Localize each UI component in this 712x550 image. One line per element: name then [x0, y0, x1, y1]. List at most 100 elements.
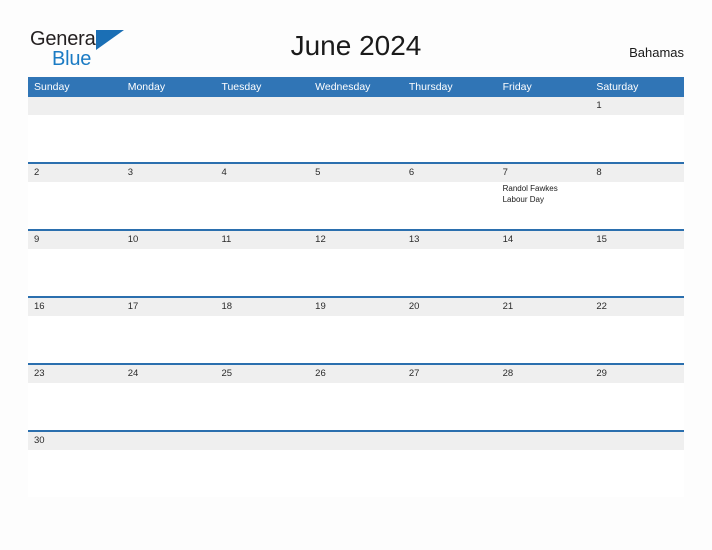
day-number-12[interactable]: 12 — [309, 231, 403, 249]
weekday-header-row: Sunday Monday Tuesday Wednesday Thursday Frid… — [28, 77, 684, 97]
day-cell-empty — [215, 450, 309, 497]
day-cell-27[interactable] — [403, 383, 497, 430]
date-number-band: 9 10 11 12 13 14 15 — [28, 231, 684, 249]
day-number-1[interactable]: 1 — [590, 97, 684, 115]
date-number-band: 30 — [28, 432, 684, 450]
day-number-25[interactable]: 25 — [215, 365, 309, 383]
day-cell-9[interactable] — [28, 249, 122, 296]
day-cell-17[interactable] — [122, 316, 216, 363]
day-number-20[interactable]: 20 — [403, 298, 497, 316]
day-number-empty — [309, 97, 403, 115]
day-number-13[interactable]: 13 — [403, 231, 497, 249]
date-number-band: 23 24 25 26 27 28 29 — [28, 365, 684, 383]
day-number-27[interactable]: 27 — [403, 365, 497, 383]
holiday-event-label: Labour Day — [502, 194, 544, 204]
day-cell-14[interactable] — [497, 249, 591, 296]
day-cell-18[interactable] — [215, 316, 309, 363]
day-cell-3[interactable] — [122, 182, 216, 229]
calendar-week-row: 16 17 18 19 20 21 22 — [28, 296, 684, 363]
day-number-11[interactable]: 11 — [215, 231, 309, 249]
day-number-10[interactable]: 10 — [122, 231, 216, 249]
calendar-weeks: 1 2 3 4 5 6 7 8 Randol Fawkes Labour Day 9 10 11 12 13… — [28, 97, 684, 497]
day-cell-1[interactable] — [590, 115, 684, 162]
day-number-7[interactable]: 7 — [497, 164, 591, 182]
day-number-8[interactable]: 8 — [590, 164, 684, 182]
event-band — [28, 115, 684, 162]
day-cell-4[interactable] — [215, 182, 309, 229]
day-number-26[interactable]: 26 — [309, 365, 403, 383]
day-number-17[interactable]: 17 — [122, 298, 216, 316]
calendar-week-row: 30 — [28, 430, 684, 497]
day-cell-2[interactable] — [28, 182, 122, 229]
day-number-22[interactable]: 22 — [590, 298, 684, 316]
day-cell-24[interactable] — [122, 383, 216, 430]
calendar-week-row: 23 24 25 26 27 28 29 — [28, 363, 684, 430]
day-cell-28[interactable] — [497, 383, 591, 430]
date-number-band: 1 — [28, 97, 684, 115]
day-cell-empty — [122, 115, 216, 162]
event-band — [28, 450, 684, 497]
day-cell-6[interactable] — [403, 182, 497, 229]
day-number-6[interactable]: 6 — [403, 164, 497, 182]
day-cell-empty — [590, 450, 684, 497]
day-cell-21[interactable] — [497, 316, 591, 363]
event-band — [28, 383, 684, 430]
day-cell-empty — [497, 450, 591, 497]
day-number-empty — [122, 432, 216, 450]
day-number-18[interactable]: 18 — [215, 298, 309, 316]
weekday-header-monday: Monday — [127, 81, 166, 93]
day-number-28[interactable]: 28 — [497, 365, 591, 383]
page-header: General Blue June 2024 Bahamas — [0, 0, 712, 76]
day-number-4[interactable]: 4 — [215, 164, 309, 182]
event-band — [28, 249, 684, 296]
day-cell-empty — [28, 115, 122, 162]
day-number-3[interactable]: 3 — [122, 164, 216, 182]
weekday-header-tuesday: Tuesday — [221, 81, 262, 93]
day-number-16[interactable]: 16 — [28, 298, 122, 316]
day-number-30[interactable]: 30 — [28, 432, 122, 450]
day-cell-empty — [309, 115, 403, 162]
day-number-23[interactable]: 23 — [28, 365, 122, 383]
day-cell-19[interactable] — [309, 316, 403, 363]
calendar-week-row: 9 10 11 12 13 14 15 — [28, 229, 684, 296]
day-number-empty — [28, 97, 122, 115]
day-cell-16[interactable] — [28, 316, 122, 363]
day-number-empty — [215, 97, 309, 115]
day-number-15[interactable]: 15 — [590, 231, 684, 249]
day-cell-10[interactable] — [122, 249, 216, 296]
day-cell-11[interactable] — [215, 249, 309, 296]
day-number-19[interactable]: 19 — [309, 298, 403, 316]
day-cell-13[interactable] — [403, 249, 497, 296]
day-cell-5[interactable] — [309, 182, 403, 229]
weekday-header-wednesday: Wednesday — [315, 81, 371, 93]
country-label: Bahamas — [629, 45, 684, 60]
day-number-14[interactable]: 14 — [497, 231, 591, 249]
day-cell-23[interactable] — [28, 383, 122, 430]
day-cell-empty — [403, 115, 497, 162]
day-number-24[interactable]: 24 — [122, 365, 216, 383]
day-cell-7[interactable]: Randol Fawkes Labour Day — [497, 182, 591, 229]
calendar-grid: Sunday Monday Tuesday Wednesday Thursday Frid… — [28, 77, 684, 497]
day-number-empty — [122, 97, 216, 115]
weekday-header-saturday: Saturday — [596, 81, 639, 93]
day-cell-26[interactable] — [309, 383, 403, 430]
holiday-event-label: Randol Fawkes — [502, 184, 558, 193]
day-number-5[interactable]: 5 — [309, 164, 403, 182]
day-cell-8[interactable] — [590, 182, 684, 229]
day-number-2[interactable]: 2 — [28, 164, 122, 182]
day-cell-22[interactable] — [590, 316, 684, 363]
day-cell-empty — [215, 115, 309, 162]
day-number-21[interactable]: 21 — [497, 298, 591, 316]
day-cell-30[interactable] — [28, 450, 122, 497]
day-cell-empty — [497, 115, 591, 162]
day-number-9[interactable]: 9 — [28, 231, 122, 249]
day-number-29[interactable]: 29 — [590, 365, 684, 383]
day-cell-12[interactable] — [309, 249, 403, 296]
day-cell-20[interactable] — [403, 316, 497, 363]
day-cell-empty — [403, 450, 497, 497]
day-cell-29[interactable] — [590, 383, 684, 430]
day-cell-25[interactable] — [215, 383, 309, 430]
day-cell-15[interactable] — [590, 249, 684, 296]
day-number-empty — [590, 432, 684, 450]
weekday-header-thursday: Thursday — [408, 81, 453, 93]
